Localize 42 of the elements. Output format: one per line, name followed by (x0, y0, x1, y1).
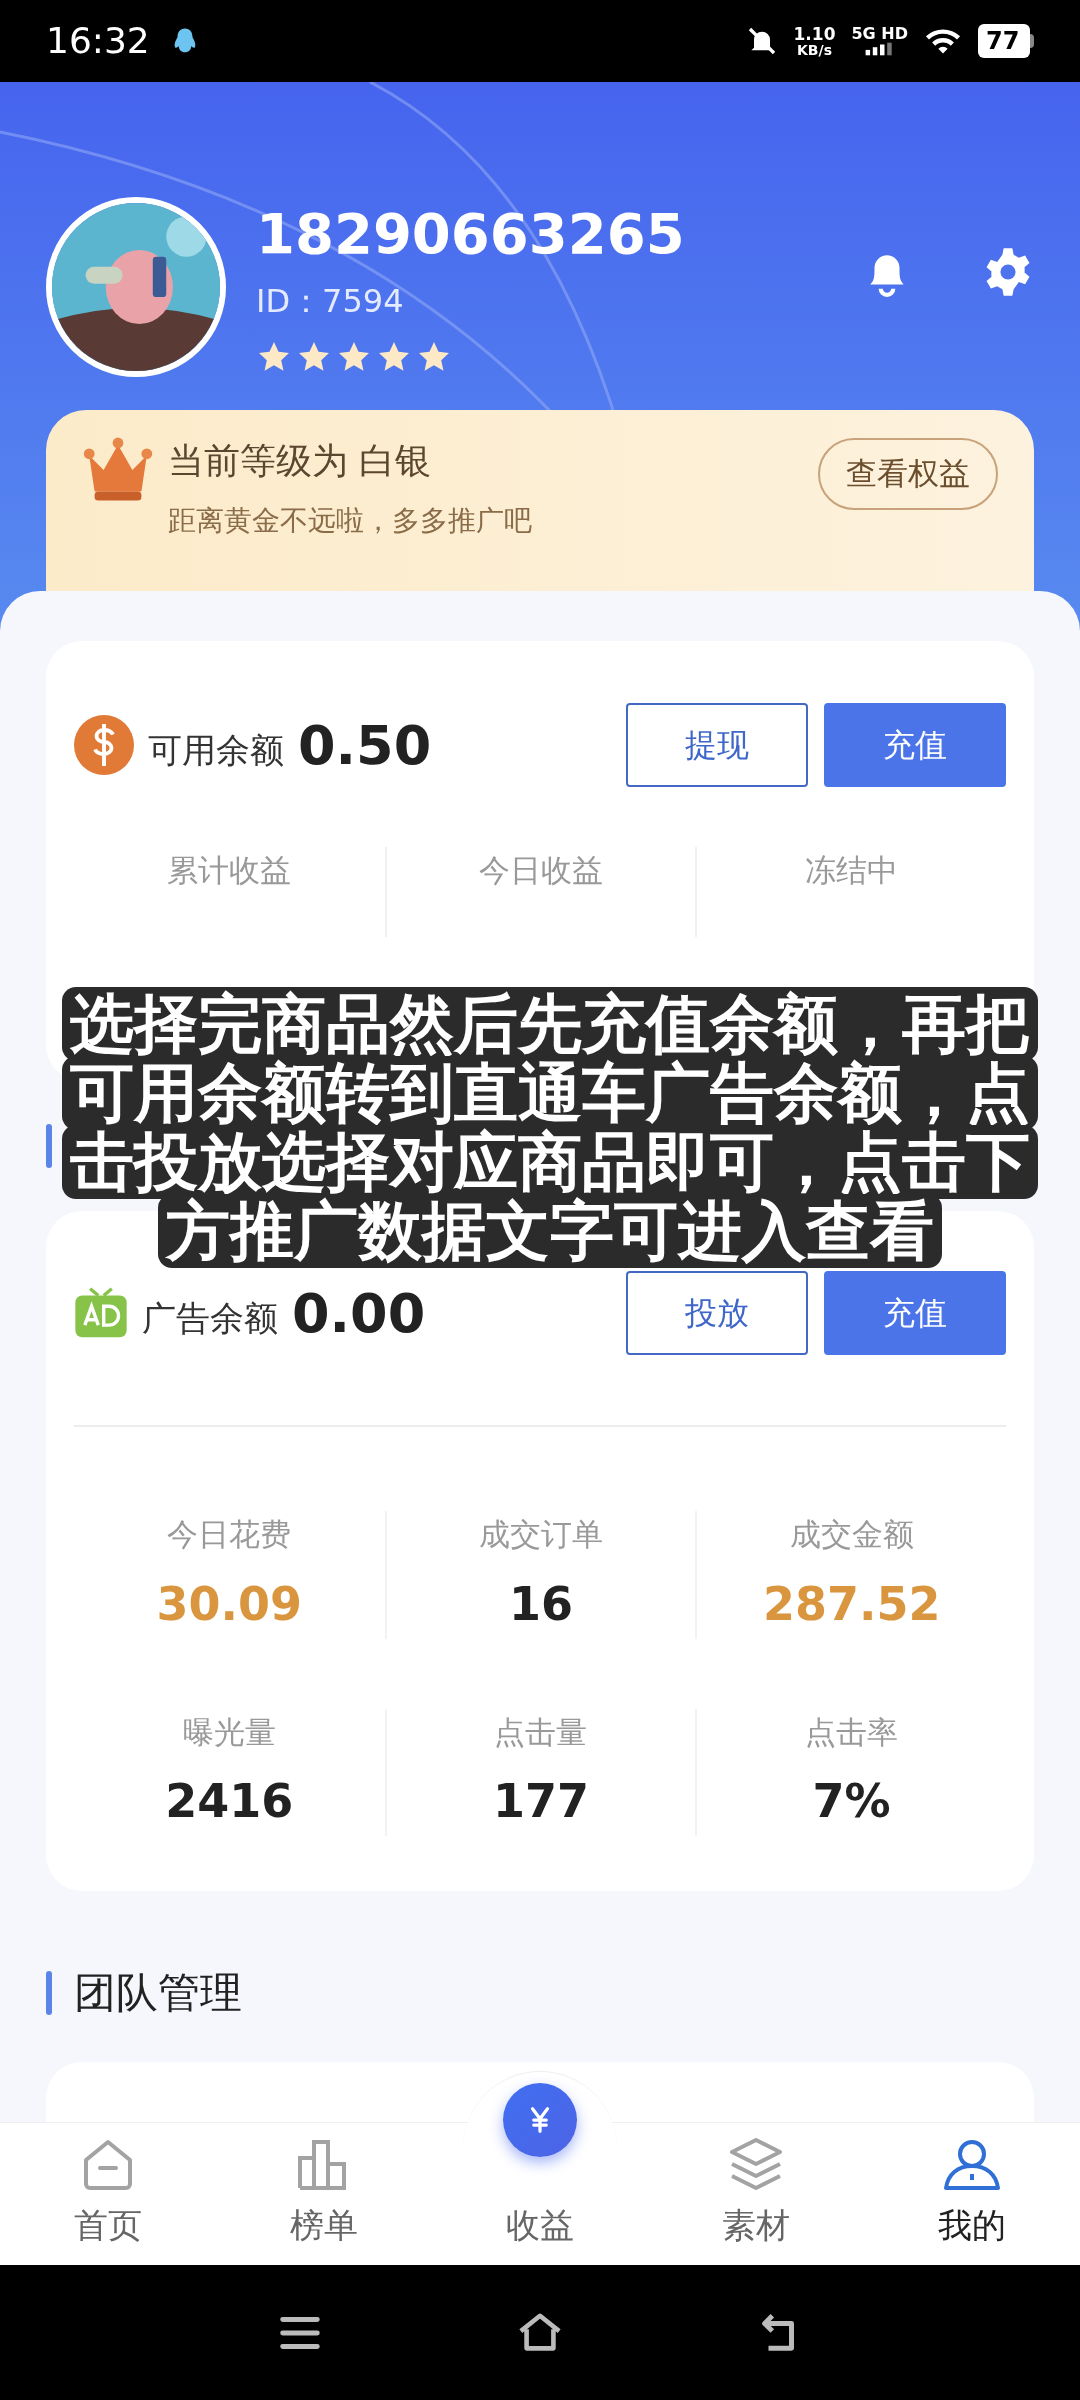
stat-value: 30.09 (156, 1575, 303, 1633)
dollar-coin-icon (74, 715, 134, 775)
nav-tab[interactable]: 首页 (0, 2123, 216, 2265)
nav-tab[interactable]: 榜单 (216, 2123, 432, 2265)
stat-value: 177 (492, 1773, 589, 1830)
balance-amount: 0.50 (298, 712, 432, 779)
user-id: ID：7594 (256, 280, 405, 322)
speed-value: 1.10 (793, 25, 836, 43)
stat-label: 点击量 (494, 1712, 588, 1752)
speed-unit: KB/s (797, 42, 832, 57)
action-button[interactable]: 提现 (626, 703, 808, 787)
nav-tab[interactable]: 素材 (648, 2123, 864, 2265)
stat-label: 曝光量 (182, 1712, 276, 1752)
ad-balance-amount: 0.00 (292, 1280, 426, 1347)
stat-label: 冻结中 (805, 851, 899, 890)
action-button[interactable]: 充值 (824, 1271, 1006, 1355)
stat-value: 2416 (165, 1773, 294, 1830)
benefits-button[interactable]: 查看权益 (818, 437, 998, 510)
stat-label: 成交金额 (789, 1515, 914, 1554)
stat-value: 287.52 (762, 1575, 941, 1633)
battery-level: 77 (978, 24, 1030, 58)
stat-value: 7% (812, 1773, 891, 1830)
phone-number: 18290663265 (256, 199, 685, 268)
stat-label: 点击率 (805, 1712, 899, 1752)
section-title: 团队管理 (74, 1967, 242, 2019)
stat-label: 累计收益 (167, 851, 292, 890)
stat-value: 16 (509, 1575, 573, 1633)
stat-label: 成交订单 (479, 1515, 603, 1554)
nav-tab[interactable]: 我的 (864, 2123, 1080, 2265)
level-subtitle: 距离黄金不远啦，多多推广吧 (168, 502, 532, 539)
ad-balance-label: 广告余额 (142, 1296, 278, 1340)
nav-tab[interactable]: 收益 (506, 2200, 574, 2251)
ad-tv-icon (74, 1286, 128, 1340)
stat-label: 今日花费 (167, 1515, 292, 1554)
action-button[interactable]: 充值 (824, 703, 1006, 787)
network-label: 5G HD (851, 26, 908, 42)
stat-label: 今日收益 (479, 851, 603, 890)
action-button[interactable]: 投放 (626, 1271, 808, 1355)
wifi-icon (924, 27, 962, 55)
clock: 16:32 (46, 19, 150, 63)
level-title: 当前等级为 白银 (168, 438, 433, 483)
balance-label: 可用余额 (148, 728, 284, 772)
